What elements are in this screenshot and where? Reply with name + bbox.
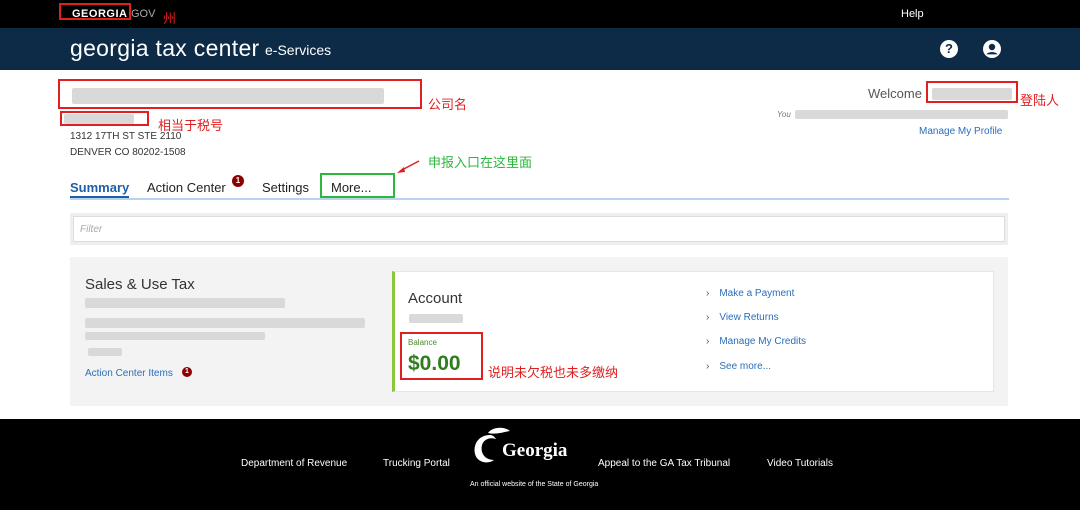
annotation-box-company — [58, 79, 422, 109]
footer-official-text: An official website of the State of Geor… — [470, 481, 599, 488]
chevron-right-icon: › — [706, 336, 710, 347]
quick-link-label: Make a Payment — [719, 288, 795, 299]
annotation-box-state — [59, 3, 131, 20]
footer-logo-text: Georgia — [502, 440, 568, 461]
make-payment-link[interactable]: › Make a Payment — [706, 288, 794, 299]
footer-link-tribunal[interactable]: Appeal to the GA Tax Tribunal — [598, 458, 730, 469]
annotation-box-balance — [400, 332, 483, 380]
chevron-right-icon: › — [706, 312, 710, 323]
account-detail-redacted — [88, 348, 122, 356]
filter-container — [70, 213, 1008, 245]
quick-link-label: Manage My Credits — [719, 336, 807, 347]
welcome-text: Welcome — [868, 86, 922, 101]
tax-type-title[interactable]: Sales & Use Tax — [85, 276, 195, 293]
footer-link-revenue[interactable]: Department of Revenue — [241, 458, 347, 469]
see-more-link[interactable]: › See more... — [706, 361, 771, 372]
action-center-badge: 1 — [232, 175, 244, 187]
action-center-items-link[interactable]: Action Center Items — [85, 368, 173, 379]
annotation-company: 公司名 — [428, 97, 468, 112]
georgia-peach-logo[interactable]: Georgia — [470, 427, 582, 467]
address-line-2: DENVER CO 80202-1508 — [70, 147, 186, 158]
tabs-divider — [70, 198, 1009, 200]
account-number-redacted — [409, 314, 463, 323]
last-login-prefix: You — [777, 110, 791, 119]
quick-link-label: View Returns — [719, 312, 779, 323]
account-detail-redacted — [85, 298, 285, 308]
annotation-box-taxid — [60, 111, 149, 126]
account-detail-redacted — [85, 318, 365, 328]
quick-link-label: See more... — [719, 361, 772, 372]
annotation-box-more — [320, 173, 395, 198]
address-line-1: 1312 17TH ST STE 2110 — [70, 131, 182, 142]
chevron-right-icon: › — [706, 288, 710, 299]
question-circle-icon[interactable]: ? — [940, 40, 958, 58]
account-title: Account — [408, 290, 463, 307]
app-title[interactable]: georgia tax center — [70, 35, 260, 62]
footer-link-tutorials[interactable]: Video Tutorials — [767, 458, 833, 469]
annotation-balance: 说明未欠税也未多缴纳 — [488, 365, 619, 380]
view-returns-link[interactable]: › View Returns — [706, 312, 779, 323]
annotation-state: 州 — [163, 11, 177, 26]
annotation-box-login — [926, 81, 1018, 103]
tab-action-center[interactable]: Action Center — [147, 180, 226, 195]
annotation-login: 登陆人 — [1020, 93, 1060, 108]
tab-settings[interactable]: Settings — [262, 180, 309, 195]
manage-profile-link[interactable]: Manage My Profile — [919, 126, 1002, 137]
annotation-filing-entry: 申报入口在这里面 — [428, 155, 533, 170]
last-login-redacted — [795, 110, 1008, 119]
manage-credits-link[interactable]: › Manage My Credits — [706, 336, 806, 347]
app-subtitle: e-Services — [265, 42, 332, 58]
account-detail-redacted — [85, 332, 265, 340]
user-account-icon[interactable] — [983, 40, 1001, 58]
footer-link-trucking[interactable]: Trucking Portal — [383, 458, 450, 469]
chevron-right-icon: › — [706, 361, 710, 372]
tab-summary[interactable]: Summary — [70, 180, 129, 195]
filter-input[interactable] — [73, 216, 1005, 242]
help-link[interactable]: Help — [901, 8, 924, 20]
annotation-arrow-icon — [397, 160, 420, 173]
action-center-items-badge: 1 — [182, 367, 192, 377]
georgia-gov-suffix: GOV — [131, 8, 156, 20]
